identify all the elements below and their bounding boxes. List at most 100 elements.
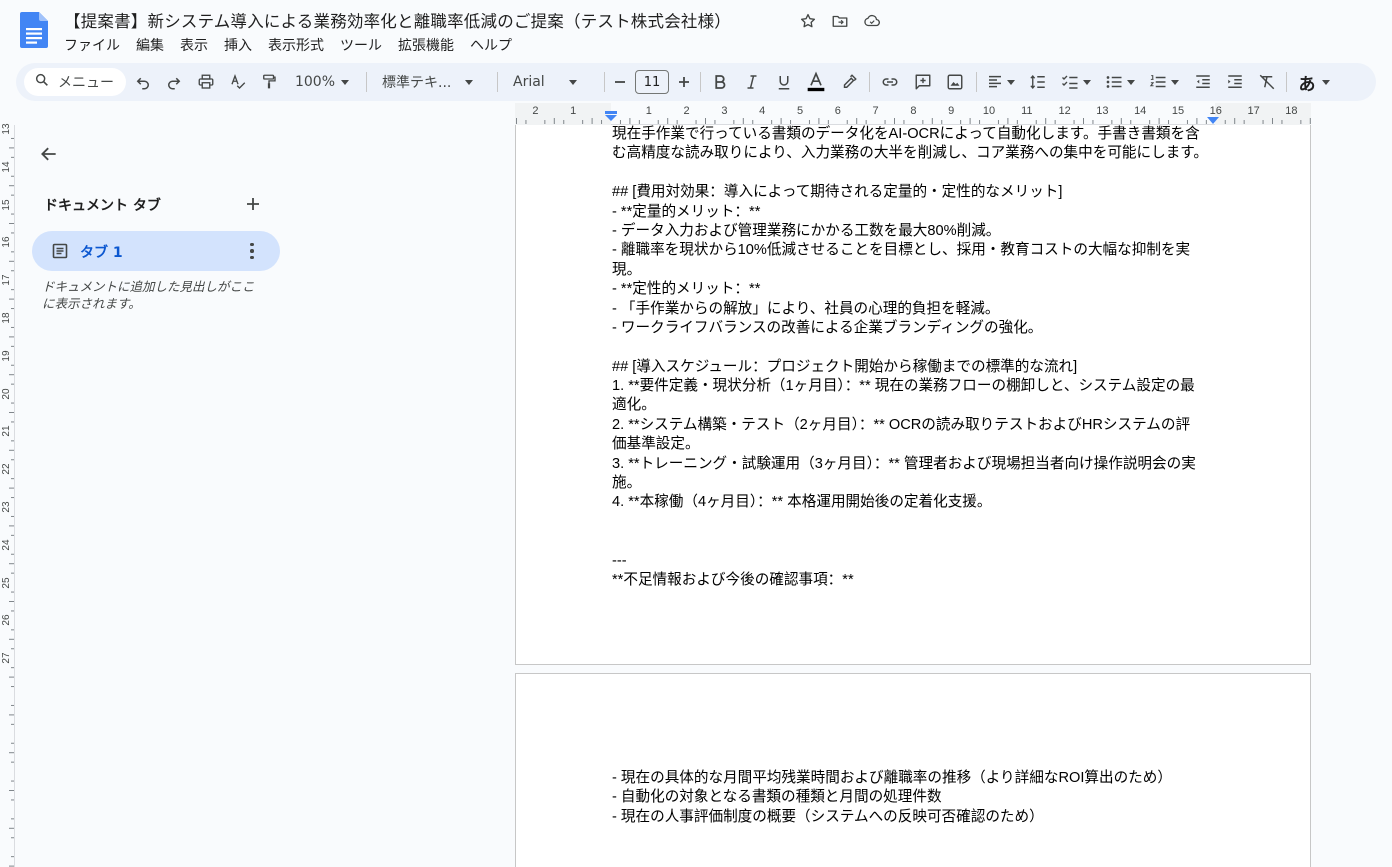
increase-font-size-icon[interactable] <box>674 63 694 101</box>
document-text-line[interactable] <box>612 338 1208 357</box>
chevron-down-icon <box>341 79 350 85</box>
ruler-label: 4 <box>759 105 766 117</box>
bold-icon[interactable] <box>707 63 733 101</box>
document-text-line[interactable]: 現。 <box>612 261 1208 280</box>
chevron-down-icon <box>1321 79 1330 85</box>
document-text-line[interactable]: - 自動化の対象となる書類の種類と月間の処理件数 <box>612 788 1172 807</box>
document-text-line[interactable]: - ワークライフバランスの改善による企業ブランディングの強化。 <box>612 319 1208 338</box>
menu-view[interactable]: 表示 <box>172 34 216 56</box>
document-text-line[interactable]: - 現在の人事評価制度の概要（システムへの反映可否確認のため） <box>612 808 1172 827</box>
underline-icon[interactable] <box>771 63 797 101</box>
text-color-icon[interactable] <box>803 63 829 101</box>
google-docs-icon[interactable] <box>20 12 48 48</box>
title-bar: 【提案書】新システム導入による業務効率化と離職率低減のご提案（テスト株式会社様）… <box>0 0 1392 60</box>
document-text-line[interactable]: ## [導入スケジュール：プロジェクト開始から稼働までの標準的な流れ] <box>612 358 1208 377</box>
menu-file[interactable]: ファイル <box>56 34 128 56</box>
font-value: Arial <box>513 74 545 90</box>
document-text-line[interactable]: 価基準設定。 <box>612 435 1208 454</box>
increase-indent-icon[interactable] <box>1222 63 1248 101</box>
vertical-ruler[interactable]: 13 14 15 16 17 18 19 20 21 22 23 24 25 26 27 <box>0 123 15 867</box>
ruler-label: 16 <box>1 236 12 248</box>
ruler-label: 1 <box>570 105 577 117</box>
document-text-line[interactable]: - 離職率を現状から10%低減させることを目標とし、採用・教育コストの大幅な抑制… <box>612 241 1208 260</box>
page-body[interactable]: - 現在の具体的な月間平均残業時間および離職率の推移（より詳細なROI算出のため… <box>612 769 1172 827</box>
paragraph-style-select[interactable]: 標準テキ... <box>376 63 486 101</box>
document-text-line[interactable]: 2. **システム構築・テスト（2ヶ月目）：** OCRの読み取りテストおよびH… <box>612 416 1208 435</box>
ruler-label: 15 <box>1171 105 1185 117</box>
line-spacing-icon[interactable] <box>1024 63 1052 101</box>
document-text-line[interactable] <box>612 513 1208 532</box>
document-text-line[interactable]: - 「手作業からの解放」により、社員の心理的負担を軽減。 <box>612 300 1208 319</box>
menu-edit[interactable]: 編集 <box>128 34 172 56</box>
document-text-line[interactable]: - **定性的メリット：** <box>612 280 1208 299</box>
input-mode-label: あ <box>1298 74 1316 95</box>
document-text-line[interactable] <box>612 532 1208 551</box>
italic-icon[interactable] <box>739 63 765 101</box>
input-tools-select[interactable]: あ <box>1294 63 1334 101</box>
insert-image-icon[interactable] <box>942 63 968 101</box>
ruler-label: 15 <box>1 199 12 211</box>
clear-formatting-icon[interactable] <box>1254 63 1280 101</box>
ruler-label: 11 <box>1021 105 1033 117</box>
chevron-down-icon <box>1127 79 1135 85</box>
ruler-label: 21 <box>1 425 12 437</box>
document-page[interactable]: 現在手作業で行っている書類のデータ化をAI-OCRによって自動化します。手書き書… <box>515 125 1311 665</box>
zoom-select[interactable]: 100% <box>288 63 356 101</box>
menu-format[interactable]: 表示形式 <box>260 34 332 56</box>
back-arrow-icon[interactable] <box>36 141 62 167</box>
font-select[interactable]: Arial <box>506 63 596 101</box>
zoom-value: 100% <box>294 74 336 90</box>
checklist-select[interactable] <box>1056 63 1096 101</box>
document-text-line[interactable]: --- <box>612 552 1208 571</box>
align-select[interactable] <box>982 63 1020 101</box>
document-title[interactable]: 【提案書】新システム導入による業務効率化と離職率低減のご提案（テスト株式会社様） <box>64 8 731 32</box>
insert-link-icon[interactable] <box>877 63 903 101</box>
star-icon[interactable] <box>797 10 819 32</box>
document-text-line[interactable]: ## [費用対効果：導入によって期待される定量的・定性的なメリット] <box>612 183 1208 202</box>
font-size-input[interactable]: 11 <box>635 70 669 94</box>
highlight-color-icon[interactable] <box>836 63 862 101</box>
ruler-label: 14 <box>1134 105 1147 117</box>
more-options-icon[interactable] <box>248 241 256 261</box>
redo-icon[interactable] <box>161 63 187 101</box>
ruler-label: 25 <box>1 577 12 589</box>
horizontal-ruler[interactable]: 2 1 1 2 3 4 5 6 7 8 9 10 11 12 13 14 15 16 17 18 <box>515 103 1311 125</box>
search-menus[interactable]: メニュー <box>24 68 126 96</box>
numbered-list-select[interactable] <box>1144 63 1184 101</box>
document-text-line[interactable]: 適化。 <box>612 396 1208 415</box>
document-text-line[interactable]: 4. **本稼働（4ヶ月目）：** 本格運用開始後の定着化支援。 <box>612 493 1208 512</box>
tab-label: タブ 1 <box>80 245 123 261</box>
menu-help[interactable]: ヘルプ <box>462 34 520 56</box>
document-text-line[interactable]: - 現在の具体的な月間平均残業時間および離職率の推移（より詳細なROI算出のため… <box>612 769 1172 788</box>
document-text-line[interactable]: 現在手作業で行っている書類のデータ化をAI-OCRによって自動化します。手書き書… <box>612 125 1208 144</box>
menu-extensions[interactable]: 拡張機能 <box>390 34 462 56</box>
ruler-label: 18 <box>1285 105 1298 117</box>
document-page[interactable]: - 現在の具体的な月間平均残業時間および離職率の推移（より詳細なROI算出のため… <box>515 673 1311 867</box>
move-folder-icon[interactable] <box>829 10 851 32</box>
decrease-indent-icon[interactable] <box>1190 63 1216 101</box>
cloud-saved-icon[interactable] <box>861 10 883 32</box>
document-text-line[interactable]: む高精度な読み取りにより、入力業務の大半を削減し、コア業務への集中を可能にします… <box>612 144 1208 163</box>
document-text-line[interactable]: 1. **要件定義・現状分析（1ヶ月目）：** 現在の業務フローの棚卸しと、シス… <box>612 377 1208 396</box>
ruler-label: 12 <box>1058 105 1071 117</box>
decrease-font-size-icon[interactable] <box>610 63 630 101</box>
add-comment-icon[interactable] <box>910 63 936 101</box>
document-text-line[interactable]: **不足情報および今後の確認事項：** <box>612 571 1208 590</box>
menu-tools[interactable]: ツール <box>332 34 390 56</box>
add-tab-icon[interactable] <box>244 195 262 213</box>
outline-empty-hint: ドキュメントに追加した見出しがここに表示されます。 <box>42 279 255 311</box>
menu-insert[interactable]: 挿入 <box>216 34 260 56</box>
print-icon[interactable] <box>193 63 219 101</box>
document-text-line[interactable] <box>612 164 1208 183</box>
spellcheck-icon[interactable] <box>225 63 251 101</box>
paint-format-icon[interactable] <box>256 63 282 101</box>
page-body[interactable]: 現在手作業で行っている書類のデータ化をAI-OCRによって自動化します。手書き書… <box>612 125 1208 590</box>
document-text-line[interactable]: 施。 <box>612 474 1208 493</box>
document-text-line[interactable]: - **定量的メリット：** <box>612 203 1208 222</box>
undo-icon[interactable] <box>130 63 156 101</box>
tab-item-tab1[interactable]: タブ 1 <box>32 231 280 271</box>
ruler-label: 20 <box>1 388 12 400</box>
document-text-line[interactable]: 3. **トレーニング・試験運用（3ヶ月目）：** 管理者および現場担当者向け操… <box>612 455 1208 474</box>
document-text-line[interactable]: - データ入力および管理業務にかかる工数を最大80%削減。 <box>612 222 1208 241</box>
bulleted-list-select[interactable] <box>1100 63 1140 101</box>
